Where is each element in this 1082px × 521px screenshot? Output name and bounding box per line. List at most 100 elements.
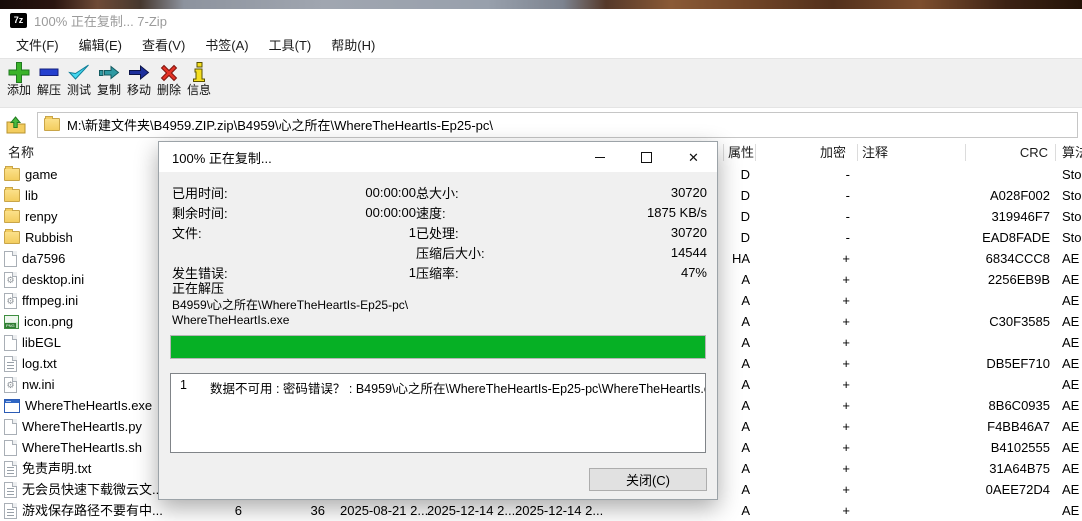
add-icon xyxy=(8,62,30,83)
file-method: AE xyxy=(1062,398,1080,413)
toolbar-label: 信息 xyxy=(186,83,211,97)
stat-value: 30720 xyxy=(670,184,707,200)
test-icon xyxy=(68,64,89,80)
stat-value: 00:00:00 xyxy=(365,184,416,200)
file-method: AE xyxy=(1062,482,1080,497)
main-titlebar: 7z 100% 正在复制... 7-Zip xyxy=(0,9,1082,31)
file-name-cell: da7596 xyxy=(4,248,65,269)
file-modified: 2025-08-21 2... xyxy=(340,503,429,518)
stat-value: 1 xyxy=(408,264,416,280)
file-method: Sto xyxy=(1062,230,1082,245)
stat-label: 已用时间: xyxy=(172,185,228,201)
menu-view[interactable]: 查看(V) xyxy=(132,32,195,57)
exe-icon xyxy=(4,398,20,413)
column-header-encrypted[interactable]: 加密 xyxy=(760,141,846,164)
file-name: 游戏保存路径不要有中... xyxy=(22,503,163,518)
file-icon xyxy=(4,418,17,435)
toolbar-add-button[interactable]: 添加 xyxy=(4,61,34,98)
progress-fill xyxy=(171,336,705,358)
stat-label: 压缩率: xyxy=(416,265,459,281)
file-attributes: A xyxy=(741,377,750,392)
file-method: Sto xyxy=(1062,167,1082,182)
file-name: Rubbish xyxy=(25,230,73,245)
file-attributes: A xyxy=(741,503,750,518)
file-method: AE xyxy=(1062,251,1080,266)
toolbar-test-button[interactable]: 测试 xyxy=(64,61,94,98)
close-button[interactable]: 关闭(C) xyxy=(589,468,707,491)
table-row[interactable]: 游戏保存路径不要有中... 6 36 2025-08-21 2... 2025-… xyxy=(0,500,1082,521)
menu-help[interactable]: 帮助(H) xyxy=(321,32,385,57)
file-name-cell: WhereTheHeartIs.sh xyxy=(4,437,142,458)
file-encrypted: + xyxy=(842,314,850,329)
toolbar-info-button[interactable]: 信息 xyxy=(184,61,214,98)
dialog-stats: 已用时间: 00:00:00 总大小: 30720 剩余时间: 00:00:00 速度: 18… xyxy=(172,182,707,282)
column-header-comment[interactable]: 注释 xyxy=(862,141,888,164)
ini-icon xyxy=(4,292,17,309)
file-name: lib xyxy=(25,188,39,203)
stat-value: 1875 KB/s xyxy=(647,204,707,220)
file-name-cell: log.txt xyxy=(4,353,57,374)
file-crc: B4102555 xyxy=(990,440,1050,455)
stat-label: 已处理: xyxy=(416,225,459,241)
file-name-cell: game xyxy=(4,164,58,185)
txt-icon xyxy=(4,481,17,498)
folder-icon xyxy=(4,166,20,181)
file-method: AE xyxy=(1062,419,1080,434)
menu-tools[interactable]: 工具(T) xyxy=(259,32,322,57)
file-encrypted: + xyxy=(842,272,850,287)
file-name-cell: icon.png xyxy=(4,311,73,332)
file-name: 免责声明.txt xyxy=(22,461,92,476)
file-attributes: HA xyxy=(731,251,750,266)
file-attributes: D xyxy=(740,209,750,224)
file-attributes: A xyxy=(741,272,750,287)
file-name-cell: 免责声明.txt xyxy=(4,458,91,479)
dialog-minimize-button[interactable] xyxy=(576,142,623,172)
toolbar-label: 添加 xyxy=(6,83,31,97)
window-title: 100% 正在复制... 7-Zip xyxy=(34,13,167,29)
column-header-method[interactable]: 算法 xyxy=(1062,141,1082,164)
menu-file[interactable]: 文件(F) xyxy=(6,32,69,57)
close-icon: ✕ xyxy=(688,149,699,165)
menu-edit[interactable]: 编辑(E) xyxy=(69,32,132,57)
column-header-attr[interactable]: 属性 xyxy=(728,141,754,164)
file-created: 2025-12-14 2... xyxy=(427,503,516,518)
toolbar-delete-button[interactable]: 删除 xyxy=(154,61,184,98)
toolbar-label: 删除 xyxy=(156,83,181,97)
file-name: WhereTheHeartIs.py xyxy=(22,419,142,434)
up-folder-icon xyxy=(6,115,26,133)
file-encrypted: + xyxy=(842,482,850,497)
txt-icon xyxy=(4,502,17,519)
file-attributes: D xyxy=(740,188,750,203)
dialog-maximize-button[interactable] xyxy=(623,142,670,172)
dialog-close-button[interactable]: ✕ xyxy=(670,142,717,172)
file-method: AE xyxy=(1062,293,1080,308)
file-attributes: D xyxy=(740,230,750,245)
file-name: WhereTheHeartIs.sh xyxy=(22,440,142,455)
column-header-name[interactable]: 名称 xyxy=(8,141,34,164)
toolbar-move-button[interactable]: 移动 xyxy=(124,61,154,98)
file-attributes: A xyxy=(741,461,750,476)
column-header-crc[interactable]: CRC xyxy=(945,141,1048,164)
file-method: AE xyxy=(1062,440,1080,455)
column-separator xyxy=(1055,144,1056,161)
address-input[interactable]: M:\新建文件夹\B4959.ZIP.zip\B4959\心之所在\WhereT… xyxy=(37,111,1078,138)
file-attributes: A xyxy=(741,356,750,371)
stat-label: 剩余时间: xyxy=(172,205,228,221)
stat-label: 压缩后大小: xyxy=(416,245,485,261)
error-index: 1 xyxy=(180,378,187,392)
stat-label: 文件: xyxy=(172,225,202,241)
toolbar-label: 移动 xyxy=(126,83,151,97)
toolbar-copy-button[interactable]: 复制 xyxy=(94,61,124,98)
address-path: M:\新建文件夹\B4959.ZIP.zip\B4959\心之所在\WhereT… xyxy=(67,118,494,133)
file-name: libEGL xyxy=(22,335,62,350)
error-item[interactable]: 1 数据不可用 : 密码错误？ : B4959\心之所在\WhereTheHea… xyxy=(171,374,705,397)
menu-bookmarks[interactable]: 书签(A) xyxy=(195,32,258,57)
toolbar-extract-button[interactable]: 解压 xyxy=(34,61,64,98)
address-bar-row: M:\新建文件夹\B4959.ZIP.zip\B4959\心之所在\WhereT… xyxy=(0,108,1082,141)
error-message: 数据不可用 : 密码错误？ : B4959\心之所在\WhereTheHeart… xyxy=(210,382,706,396)
error-list[interactable]: 1 数据不可用 : 密码错误？ : B4959\心之所在\WhereTheHea… xyxy=(170,373,706,453)
folder-icon xyxy=(4,229,20,244)
up-one-level-button[interactable] xyxy=(6,114,28,136)
file-name: renpy xyxy=(25,209,58,224)
toolbar-label: 复制 xyxy=(96,83,121,97)
